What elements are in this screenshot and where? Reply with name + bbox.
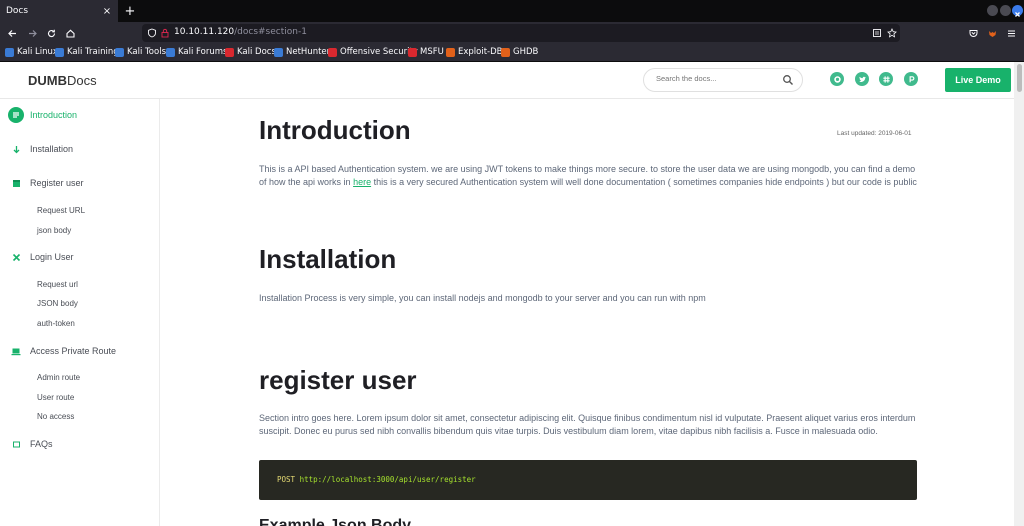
page-scrollbar[interactable] [1014, 62, 1024, 526]
tools-icon [8, 249, 24, 265]
twitter-icon [858, 76, 866, 82]
sidebar-sub-request-url-login[interactable]: Request url [37, 280, 78, 289]
sidebar-sub-no-access[interactable]: No access [37, 412, 74, 421]
bookmark-star-icon[interactable] [887, 28, 897, 38]
product-hunt-link[interactable] [904, 72, 918, 86]
close-tab-icon[interactable]: × [100, 4, 114, 18]
kali-dragon-icon [166, 47, 175, 57]
bookmarks-toolbar: Kali Linux Kali Training Kali Tools Kali… [0, 44, 1024, 62]
offsec-icon [328, 47, 337, 57]
sidebar-sub-auth-token[interactable]: auth-token [37, 319, 75, 328]
product-hunt-icon [909, 75, 914, 82]
url-text: 10.10.11.120/docs#section-1 [174, 27, 307, 37]
section-title-installation: Installation [259, 244, 397, 274]
last-updated-text: Last updated: 2019-06-01 [837, 130, 912, 137]
bookmark-kali-linux[interactable]: Kali Linux [5, 47, 58, 57]
live-demo-button[interactable]: Live Demo [945, 68, 1011, 92]
code-text: POST http://localhost:3000/api/user/regi… [277, 475, 476, 484]
fox-extension-icon [988, 30, 996, 37]
browser-tab-docs[interactable]: Docs × [0, 0, 118, 22]
home-button[interactable] [62, 25, 78, 41]
sidebar-item-introduction[interactable]: Introduction [8, 106, 77, 124]
reload-icon [47, 29, 55, 37]
bookmark-nethunter[interactable]: NetHunter [274, 47, 330, 57]
bookmark-exploit-db[interactable]: Exploit-DB [446, 47, 503, 57]
url-bar[interactable]: 10.10.11.120/docs#section-1 [142, 24, 900, 42]
search-box [643, 68, 803, 92]
back-arrow-icon [7, 29, 16, 37]
pocket-icon [969, 29, 977, 37]
sidebar-item-access-private-route[interactable]: Access Private Route [8, 342, 116, 360]
back-button[interactable] [4, 25, 20, 41]
sidebar-sub-admin-route[interactable]: Admin route [37, 373, 80, 382]
kali-dragon-icon [115, 47, 124, 57]
slack-icon [882, 75, 890, 83]
kali-docs-icon [225, 47, 234, 57]
home-icon [65, 29, 75, 38]
maximize-window-button[interactable] [1000, 5, 1011, 16]
register-user-paragraph: Section intro goes here. Lorem ipsum dol… [259, 413, 916, 436]
sidebar-sub-json-body-login[interactable]: JSON body [37, 299, 78, 308]
sidebar-item-login-user[interactable]: Login User [8, 248, 74, 266]
tab-title: Docs [6, 6, 29, 16]
pocket-button[interactable] [965, 25, 981, 41]
search-icon[interactable] [782, 74, 794, 86]
forward-arrow-icon [28, 29, 37, 37]
kali-dragon-icon [5, 47, 14, 57]
exploit-db-icon [446, 47, 455, 57]
site-header: DUMBDocs Live Demo [0, 62, 1014, 99]
sidebar-sub-json-body[interactable]: json body [37, 226, 71, 235]
reader-view-icon[interactable] [872, 28, 882, 38]
section-title-introduction: Introduction [259, 115, 411, 145]
extension-button[interactable] [984, 25, 1000, 41]
github-icon [833, 75, 841, 83]
code-block-register: POST http://localhost:3000/api/user/regi… [259, 460, 917, 500]
installation-paragraph: Installation Process is very simple, you… [259, 293, 706, 303]
browser-nav-bar: 10.10.11.120/docs#section-1 [0, 22, 1024, 44]
sidebar-item-register-user[interactable]: Register user [8, 174, 84, 192]
demo-here-link[interactable]: here [353, 177, 371, 187]
bookmark-kali-forums[interactable]: Kali Forums [166, 47, 227, 57]
close-window-button[interactable] [1012, 5, 1023, 17]
minimize-window-button[interactable] [987, 5, 998, 16]
ghdb-icon [501, 47, 510, 57]
list-icon [8, 107, 24, 123]
sidebar-sub-user-route[interactable]: User route [37, 393, 74, 402]
section-title-register-user: register user [259, 365, 417, 395]
site-logo[interactable]: DUMBDocs [28, 73, 97, 88]
sidebar-item-faqs[interactable]: FAQs [8, 435, 53, 453]
shield-icon [148, 28, 156, 38]
box-icon [8, 175, 24, 191]
browser-tab-bar: Docs × + [0, 0, 1024, 22]
new-tab-button[interactable]: + [123, 3, 137, 19]
bookmark-kali-training[interactable]: Kali Training [55, 47, 119, 57]
bookmark-msfu[interactable]: MSFU [408, 47, 444, 57]
twitter-link[interactable] [855, 72, 869, 86]
bookmark-ghdb[interactable]: GHDB [501, 47, 538, 57]
sidebar-item-installation[interactable]: Installation [8, 140, 73, 158]
hamburger-menu-icon [1007, 29, 1015, 37]
bookmark-kali-tools[interactable]: Kali Tools [115, 47, 166, 57]
docs-sidebar: Introduction Installation Register user … [0, 99, 160, 526]
github-link[interactable] [830, 72, 844, 86]
introduction-paragraph: This is a API based Authentication syste… [259, 164, 917, 187]
laptop-icon [8, 343, 24, 359]
arrow-down-icon [8, 141, 24, 157]
reload-button[interactable] [43, 25, 59, 41]
lock-insecure-icon [161, 28, 169, 38]
search-input[interactable] [656, 74, 776, 83]
kali-dragon-icon [274, 47, 283, 57]
msfu-icon [408, 47, 417, 57]
sidebar-sub-request-url[interactable]: Request URL [37, 206, 85, 215]
section-title-example-json-body: Example Json Body [259, 517, 412, 526]
slack-link[interactable] [879, 72, 893, 86]
page-scrollbar-thumb[interactable] [1017, 64, 1022, 92]
tablet-icon [8, 436, 24, 452]
docs-main-content: Introduction Last updated: 2019-06-01 Th… [160, 99, 1014, 526]
forward-button[interactable] [24, 25, 40, 41]
menu-button[interactable] [1003, 25, 1019, 41]
kali-dragon-icon [55, 47, 64, 57]
bookmark-offensive-security[interactable]: Offensive Security [328, 47, 418, 57]
bookmark-kali-docs[interactable]: Kali Docs [225, 47, 276, 57]
